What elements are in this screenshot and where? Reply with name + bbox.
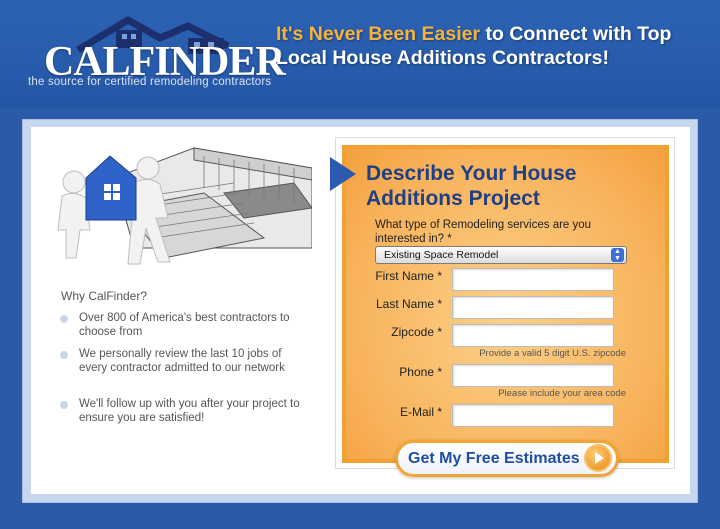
form-title: Describe Your House Additions Project [366,162,577,210]
bullet-icon [60,351,68,359]
zipcode-label: Zipcode * [391,325,442,339]
bullet-icon [60,315,68,323]
get-estimates-button[interactable]: Get My Free Estimates [395,440,619,477]
select-arrows-icon: ▲ ▼ [611,248,624,262]
play-arrow-icon [586,446,610,470]
service-type-value: Existing Space Remodel [384,249,499,261]
benefit-item: Over 800 of America's best contractors t… [60,311,300,339]
last-name-field[interactable] [452,296,614,319]
first-name-field[interactable] [452,268,614,291]
calfinder-logo[interactable]: CALFINDER the source for certified remod… [28,16,286,94]
bullet-icon [60,401,68,409]
first-name-label: First Name * [375,269,442,283]
header: CALFINDER the source for certified remod… [0,0,720,108]
page-headline: It's Never Been Easier to Connect with T… [276,22,706,70]
benefit-item: We personally review the last 10 jobs of… [60,347,300,375]
benefit-item: We'll follow up with you after your proj… [60,397,300,425]
hero-illustration [44,138,312,272]
arrow-right-icon [330,157,356,191]
logo-tagline: the source for certified remodeling cont… [28,76,272,88]
phone-label: Phone * [399,365,442,379]
last-name-label: Last Name * [375,297,442,311]
email-field[interactable] [452,404,614,427]
service-question: What type of Remodeling services are you… [375,219,592,245]
zipcode-field[interactable] [452,324,614,347]
headline-highlight: It's Never Been Easier [276,23,481,45]
submit-label: Get My Free Estimates [408,450,580,467]
phone-hint: Please include your area code [498,388,626,399]
zipcode-hint: Provide a valid 5 digit U.S. zipcode [479,348,626,359]
phone-field[interactable] [452,364,614,387]
why-calfinder-heading: Why CalFinder? [61,289,148,303]
service-type-select[interactable]: Existing Space Remodel ▲ ▼ [375,246,627,264]
email-label: E-Mail * [399,405,442,419]
